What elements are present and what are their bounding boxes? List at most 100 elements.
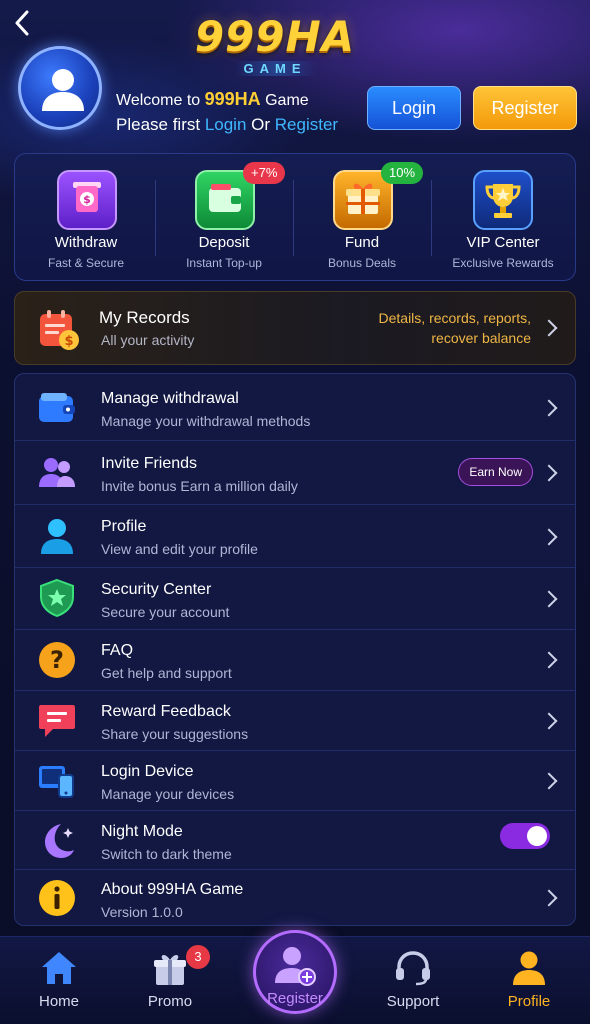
menu-title: About 999HA Game: [101, 881, 244, 898]
users-icon: [37, 453, 77, 493]
chevron-right-icon: [540, 889, 558, 907]
withdraw-subtitle: Fast & Secure: [47, 256, 125, 270]
avatar[interactable]: [18, 46, 102, 130]
records-description: Details, records, reports, recover balan…: [379, 308, 532, 348]
settings-menu: Manage withdrawal Manage your withdrawal…: [14, 373, 576, 926]
fund-action[interactable]: 10% Fund Bonus Deals: [293, 154, 431, 282]
menu-item-about[interactable]: About 999HA Game Version 1.0.0: [15, 870, 575, 925]
user-icon: [42, 69, 84, 111]
wallet-icon: [37, 387, 77, 427]
nav-profile[interactable]: Profile: [474, 937, 584, 1024]
menu-item-night-mode: Night Mode Switch to dark theme: [15, 811, 575, 870]
menu-title: Manage withdrawal: [101, 390, 239, 407]
menu-title: Reward Feedback: [101, 703, 231, 720]
gift-icon: [154, 955, 186, 985]
chevron-right-icon: [540, 772, 558, 790]
vip-center-action[interactable]: VIP Center Exclusive Rewards: [431, 154, 575, 282]
welcome-prefix: Welcome to: [116, 92, 205, 109]
login-link[interactable]: Login: [205, 115, 247, 134]
nav-promo[interactable]: Promo: [115, 937, 225, 1024]
user-icon: [513, 951, 545, 985]
menu-item-invite-friends[interactable]: Invite Friends Invite bonus Earn a milli…: [15, 441, 575, 505]
toggle-knob: [527, 826, 547, 846]
nav-register-label: Register: [267, 990, 323, 1007]
trophy-icon: [473, 170, 533, 230]
night-mode-toggle[interactable]: [500, 823, 550, 849]
nav-support-label: Support: [386, 993, 440, 1010]
app-logo: 999HA GAME: [175, 14, 375, 78]
earn-now-button[interactable]: Earn Now: [458, 458, 533, 486]
my-records-card[interactable]: $ My Records All your activity Details, …: [14, 291, 576, 365]
vip-title: VIP Center: [466, 234, 540, 251]
chevron-right-icon: [540, 712, 558, 730]
menu-subtitle: Invite bonus Earn a million daily: [101, 478, 298, 494]
fund-subtitle: Bonus Deals: [327, 256, 397, 270]
add-user-icon: [275, 947, 316, 986]
shield-icon: [37, 578, 77, 618]
register-button[interactable]: Register: [473, 86, 577, 130]
menu-item-faq[interactable]: ? FAQ Get help and support: [15, 630, 575, 691]
menu-title: Invite Friends: [101, 455, 198, 472]
nav-home-label: Home: [38, 993, 79, 1010]
records-title: My Records: [99, 308, 190, 327]
menu-item-reward-feedback[interactable]: Reward Feedback Share your suggestions: [15, 691, 575, 751]
records-desc-line1: Details, records, reports,: [378, 310, 532, 326]
back-icon[interactable]: [14, 10, 38, 38]
menu-subtitle: Manage your devices: [101, 786, 235, 802]
menu-title: Profile: [101, 518, 147, 535]
chevron-right-icon: [540, 590, 558, 608]
withdraw-icon: $: [57, 170, 117, 230]
deposit-badge: +7%: [243, 162, 286, 184]
menu-subtitle: View and edit your profile: [101, 541, 258, 557]
deposit-subtitle: Instant Top-up: [186, 256, 262, 270]
withdraw-title: Withdraw: [54, 234, 118, 251]
menu-item-profile[interactable]: Profile View and edit your profile: [15, 505, 575, 568]
fund-title: Fund: [344, 234, 380, 251]
home-icon: [42, 952, 76, 984]
nav-profile-label: Profile: [507, 993, 551, 1010]
deposit-title: Deposit: [198, 234, 250, 251]
chat-icon: [37, 701, 77, 741]
nav-promo-label: Promo: [147, 993, 193, 1010]
info-icon: [37, 878, 77, 918]
menu-subtitle: Switch to dark theme: [101, 846, 232, 862]
vip-subtitle: Exclusive Rewards: [452, 256, 554, 270]
devices-icon: [37, 761, 77, 801]
menu-subtitle: Share your suggestions: [101, 726, 249, 742]
promo-count-badge: 3: [186, 945, 210, 969]
deposit-action[interactable]: +7% Deposit Instant Top-up: [155, 154, 293, 282]
prompt-text: Please first: [116, 115, 205, 134]
nav-support[interactable]: Support: [358, 937, 468, 1024]
menu-subtitle: Secure your account: [101, 604, 230, 620]
moon-icon: [37, 820, 77, 860]
menu-title: Login Device: [101, 763, 194, 780]
menu-subtitle: Manage your withdrawal methods: [101, 413, 311, 429]
nav-home[interactable]: Home: [4, 937, 114, 1024]
user-icon: [37, 516, 77, 556]
menu-subtitle: Get help and support: [101, 665, 232, 681]
svg-text:$: $: [83, 193, 91, 206]
quick-actions-panel: $ Withdraw Fast & Secure +7% Deposit Ins…: [14, 153, 576, 281]
chevron-right-icon: [540, 319, 558, 337]
register-link[interactable]: Register: [275, 115, 338, 134]
chevron-right-icon: [540, 528, 558, 546]
menu-item-manage-withdrawal[interactable]: Manage withdrawal Manage your withdrawal…: [15, 374, 575, 441]
brand-name: 999HA: [204, 89, 261, 109]
menu-title: Security Center: [101, 581, 212, 598]
login-button[interactable]: Login: [367, 86, 461, 130]
fund-badge: 10%: [381, 162, 424, 184]
withdraw-action[interactable]: $ Withdraw Fast & Secure: [17, 154, 155, 282]
login-prompt: Please first Login Or Register: [116, 113, 338, 137]
records-icon: $: [37, 308, 81, 357]
svg-text:?: ?: [50, 646, 64, 674]
prompt-or: Or: [246, 115, 275, 134]
menu-item-login-device[interactable]: Login Device Manage your devices: [15, 751, 575, 811]
svg-text:$: $: [64, 334, 73, 349]
welcome-suffix: Game: [260, 92, 309, 109]
logo-subtext: GAME: [233, 61, 317, 76]
headset-icon: [396, 951, 430, 986]
logo-text: 999HA: [194, 12, 356, 61]
menu-item-security-center[interactable]: Security Center Secure your account: [15, 568, 575, 630]
chevron-right-icon: [540, 399, 558, 417]
records-subtitle: All your activity: [101, 332, 195, 348]
